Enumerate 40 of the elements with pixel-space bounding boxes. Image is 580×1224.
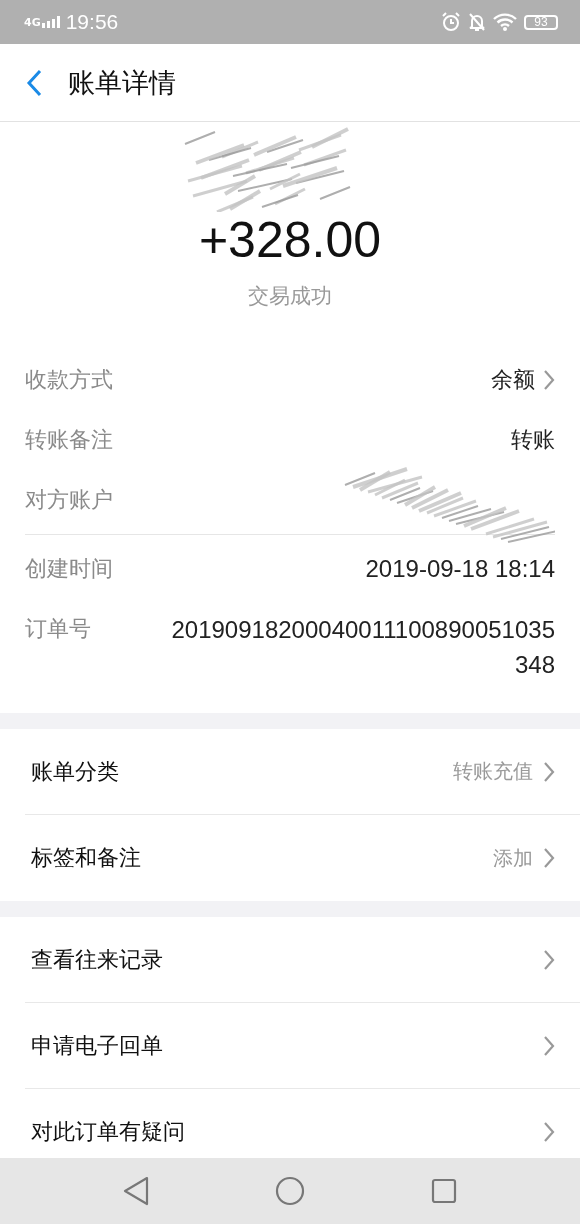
menu-label: 标签和备注 (31, 844, 141, 872)
detail-label: 转账备注 (25, 426, 113, 454)
menu-row[interactable]: 对此订单有疑问 (25, 1089, 580, 1158)
detail-label: 订单号 (25, 615, 91, 643)
menu-label: 申请电子回单 (31, 1031, 163, 1060)
menu-row[interactable]: 账单分类 转账充值 (25, 729, 580, 815)
clock-time: 19:56 (65, 10, 119, 34)
chevron-right-icon (543, 1034, 555, 1057)
chevron-right-icon (543, 847, 555, 869)
detail-label: 创建时间 (25, 555, 113, 583)
menu-value: 添加 (493, 844, 533, 872)
recents-button[interactable] (431, 1178, 457, 1204)
network-label: 4G (24, 18, 41, 28)
home-button[interactable] (275, 1176, 305, 1206)
detail-label: 对方账户 (25, 486, 113, 514)
menu-row[interactable]: 申请电子回单 (25, 1003, 580, 1089)
menu-row[interactable]: 查看往来记录 (25, 917, 580, 1003)
back-button[interactable] (26, 68, 42, 97)
detail-value: 余额 (491, 366, 535, 394)
menu-label: 对此订单有疑问 (31, 1118, 185, 1146)
chevron-right-icon (543, 1121, 555, 1143)
order-number: 20190918200040011100890051035348 (170, 615, 555, 680)
status-text: 交易成功 (248, 283, 332, 310)
wifi-icon (493, 13, 517, 31)
detail-label: 收款方式 (25, 366, 113, 394)
detail-value: 转账 (511, 426, 555, 454)
signal-icon (41, 16, 60, 28)
menu-row[interactable]: 标签和备注 添加 (25, 815, 580, 901)
battery-icon: 93 (524, 14, 558, 30)
detail-value: 2019-09-18 18:14 (365, 554, 555, 584)
chevron-right-icon (543, 760, 555, 783)
page-title: 账单详情 (68, 65, 176, 100)
menu-label: 查看往来记录 (31, 945, 163, 974)
bell-off-icon (468, 12, 486, 32)
amount-text: +328.00 (198, 211, 382, 270)
back-nav-button[interactable] (123, 1176, 149, 1206)
alarm-icon (441, 12, 461, 32)
menu-value: 转账充值 (453, 758, 533, 785)
menu-label: 账单分类 (31, 757, 119, 786)
chevron-right-icon (543, 948, 555, 971)
